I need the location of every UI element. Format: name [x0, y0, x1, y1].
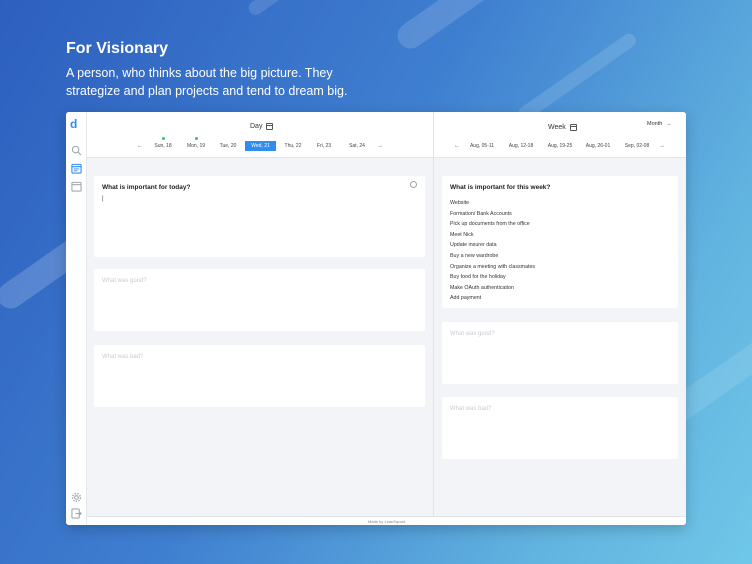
week-mode-selector[interactable]: Week: [548, 124, 577, 131]
week-header: Week Month → ← Aug, 05-11 Aug, 12-18 Aug…: [434, 112, 686, 158]
day-tab-label: Wed, 21: [251, 143, 270, 149]
logout-icon[interactable]: [71, 506, 82, 519]
app-logo[interactable]: d: [70, 118, 83, 131]
today-good-input[interactable]: What was good?: [102, 278, 147, 284]
day-tab[interactable]: Thu, 22: [281, 141, 305, 151]
day-tab-label: Fri, 23: [316, 143, 332, 149]
list-item[interactable]: Pick up documents from the office: [450, 219, 535, 230]
week-mode-label: Week: [548, 124, 566, 131]
decor-stripe: [515, 30, 639, 123]
search-icon[interactable]: [71, 143, 82, 156]
day-tab-label: Sat, 24: [349, 143, 365, 149]
day-tab[interactable]: Sat, 24: [345, 141, 369, 151]
day-tab-label: Thu, 22: [284, 143, 302, 149]
week-important-card[interactable]: What is important for this week? Website…: [442, 176, 678, 308]
week-good-card[interactable]: What was good?: [442, 322, 678, 384]
today-important-input[interactable]: |: [102, 196, 104, 202]
day-mode-label: Day: [250, 123, 263, 130]
list-item[interactable]: Organize a meeting with classmates: [450, 262, 535, 273]
footer: Made by LeanSquad: [87, 516, 686, 525]
list-item[interactable]: Buy a new wardrobe: [450, 251, 535, 262]
day-panel: Day ← Sun, 18 Mon, 19 Tue, 20 Wed, 21 Th…: [87, 112, 434, 516]
week-tab-label: Aug, 05-11: [469, 143, 495, 149]
week-tab[interactable]: Aug, 19-25: [547, 141, 573, 151]
has-entry-dot: [194, 137, 198, 140]
calendar-icon: [569, 124, 577, 131]
app-window: d Day ← Sun, 18 Mon, 19 Tue, 20 Wed, 21 …: [66, 112, 686, 525]
week-task-list: Website Formation/ Bank Accounts Pick up…: [450, 198, 535, 304]
week-tab[interactable]: Aug, 12-18: [508, 141, 534, 151]
week-tab-label: Aug, 19-25: [547, 143, 573, 149]
next-day-arrow[interactable]: →: [377, 141, 383, 151]
today-bad-input[interactable]: What was bad?: [102, 354, 143, 360]
calendar-week-icon[interactable]: [71, 179, 82, 192]
hero: For Visionary A person, who thinks about…: [66, 40, 366, 100]
day-tab[interactable]: Mon, 19: [183, 137, 209, 151]
sidebar: d: [66, 112, 87, 525]
day-header: Day ← Sun, 18 Mon, 19 Tue, 20 Wed, 21 Th…: [87, 112, 433, 158]
day-tab-label: Mon, 19: [186, 143, 206, 149]
next-week-arrow[interactable]: →: [659, 141, 665, 151]
day-tab[interactable]: Sun, 18: [151, 137, 175, 151]
today-good-card[interactable]: What was good?: [94, 269, 425, 331]
list-item[interactable]: Website: [450, 198, 535, 209]
week-important-title: What is important for this week?: [450, 184, 551, 191]
week-tab[interactable]: Aug, 26-01: [585, 141, 611, 151]
week-panel: Week Month → ← Aug, 05-11 Aug, 12-18 Aug…: [434, 112, 686, 516]
today-important-card[interactable]: What is important for today? |: [94, 176, 425, 257]
hero-title: For Visionary: [66, 40, 168, 57]
done-checkbox[interactable]: [410, 181, 417, 188]
week-tab-label: Sep, 02-08: [624, 143, 650, 149]
day-tab-active[interactable]: Wed, 21: [245, 141, 276, 151]
week-bad-card[interactable]: What was bad?: [442, 397, 678, 459]
week-strip: Aug, 05-11 Aug, 12-18 Aug, 19-25 Aug, 26…: [434, 141, 686, 151]
arrow-right-icon: →: [666, 121, 672, 127]
list-item[interactable]: Meet Nick: [450, 230, 535, 241]
week-tab-label: Aug, 12-18: [508, 143, 534, 149]
calendar-icon: [266, 123, 274, 130]
month-switch[interactable]: Month →: [647, 121, 672, 127]
settings-icon[interactable]: [71, 490, 82, 503]
week-good-input[interactable]: What was good?: [450, 331, 495, 337]
day-tab-label: Tue, 20: [219, 143, 237, 149]
week-tab[interactable]: Aug, 05-11: [469, 141, 495, 151]
list-item[interactable]: Add payment: [450, 293, 535, 304]
today-bad-card[interactable]: What was bad?: [94, 345, 425, 407]
today-important-title: What is important for today?: [102, 184, 191, 191]
list-item[interactable]: Make OAuth authentication: [450, 283, 535, 294]
week-tab-label: Aug, 26-01: [585, 143, 611, 149]
has-entry-dot: [161, 137, 165, 140]
decor-stripe: [245, 0, 369, 18]
list-item[interactable]: Buy food for the holiday: [450, 272, 535, 283]
day-tab[interactable]: Fri, 23: [313, 141, 335, 151]
decor-stripe: [392, 0, 637, 54]
day-tab[interactable]: Tue, 20: [216, 141, 240, 151]
list-item[interactable]: Formation/ Bank Accounts: [450, 209, 535, 220]
hero-subtitle: A person, who thinks about the big pictu…: [66, 66, 348, 98]
week-bad-input[interactable]: What was bad?: [450, 406, 491, 412]
day-mode-selector[interactable]: Day: [250, 123, 274, 130]
day-tab-label: Sun, 18: [154, 143, 172, 149]
month-switch-label: Month: [647, 121, 663, 127]
list-item[interactable]: Update insurer data: [450, 240, 535, 251]
week-tab[interactable]: Sep, 02-08: [624, 141, 650, 151]
calendar-day-icon[interactable]: [71, 161, 82, 174]
